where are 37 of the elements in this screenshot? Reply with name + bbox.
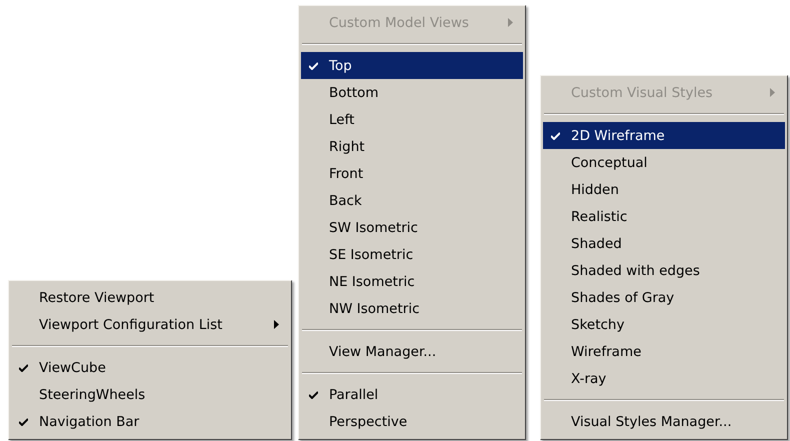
menu-item[interactable]: Navigation Bar (11, 408, 289, 435)
checkmark-icon (551, 132, 560, 140)
menu-item[interactable]: 2D Wireframe (543, 122, 785, 149)
submenu-arrow-icon (508, 18, 513, 27)
menu-item[interactable]: X-ray (543, 365, 785, 392)
menu-item[interactable]: Bottom (301, 79, 523, 106)
menu-item[interactable]: Viewport Configuration List (11, 311, 289, 338)
menu-item[interactable]: View Manager... (301, 338, 523, 365)
menu-item[interactable]: Restore Viewport (11, 284, 289, 311)
menu-item[interactable]: Conceptual (543, 149, 785, 176)
menu-item[interactable]: Realistic (543, 203, 785, 230)
menu-item[interactable]: Top (301, 52, 523, 79)
checkmark-icon (309, 62, 318, 70)
menu-item[interactable]: SW Isometric (301, 214, 523, 241)
menu-item[interactable]: Parallel (301, 381, 523, 408)
menu-item[interactable]: Visual Styles Manager... (543, 408, 785, 435)
checkmark-icon (19, 364, 28, 372)
menu-item[interactable]: ViewCube (11, 354, 289, 381)
menu-item[interactable]: Left (301, 106, 523, 133)
menu-item[interactable]: Shaded (543, 230, 785, 257)
checkmark-icon (309, 391, 318, 399)
menu-item[interactable]: SE Isometric (301, 241, 523, 268)
checkmark-icon (19, 418, 28, 426)
submenu-arrow-icon (274, 320, 279, 329)
menu-item[interactable]: NE Isometric (301, 268, 523, 295)
menu-item[interactable]: Perspective (301, 408, 523, 435)
menu-item[interactable]: Hidden (543, 176, 785, 203)
menu-item[interactable]: Right (301, 133, 523, 160)
menu-item[interactable]: Sketchy (543, 311, 785, 338)
menu-item[interactable]: Back (301, 187, 523, 214)
submenu-arrow-icon (770, 88, 775, 97)
menu-item[interactable]: NW Isometric (301, 295, 523, 322)
menu-item[interactable]: Shades of Gray (543, 284, 785, 311)
menu-item[interactable]: Front (301, 160, 523, 187)
menu-item[interactable]: Shaded with edges (543, 257, 785, 284)
menu-item[interactable]: SteeringWheels (11, 381, 289, 408)
menu-item[interactable]: Wireframe (543, 338, 785, 365)
